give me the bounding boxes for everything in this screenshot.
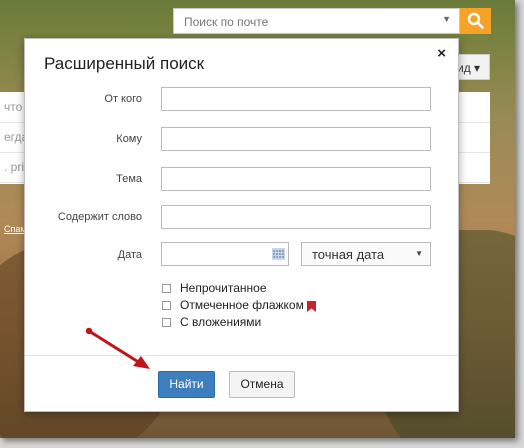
flag-icon (307, 301, 316, 312)
contains-word-input[interactable] (161, 205, 431, 229)
date-mode-value: точная дата (312, 247, 385, 262)
unread-label[interactable]: Непрочитанное (180, 281, 267, 295)
cancel-button[interactable]: Отмена (229, 371, 295, 398)
date-input[interactable] (161, 242, 289, 266)
contains-word-label: Содержит слово (57, 211, 142, 223)
flagged-checkbox[interactable] (162, 301, 171, 310)
chevron-down-icon: ▼ (415, 249, 423, 258)
background-window: Поиск по почте ▼ ид ▾ что егда . prin Сп… (0, 0, 515, 438)
dialog-title: Расширенный поиск (44, 54, 205, 73)
unread-checkbox[interactable] (162, 284, 171, 293)
attachments-checkbox[interactable] (162, 318, 171, 327)
subject-input[interactable] (161, 167, 431, 191)
attachments-label[interactable]: С вложениями (180, 315, 261, 329)
close-icon[interactable]: × (437, 45, 446, 62)
find-button[interactable]: Найти (158, 371, 215, 398)
date-label: Дата (117, 249, 142, 261)
search-placeholder: Поиск по почте (184, 15, 269, 29)
from-input[interactable] (161, 87, 431, 111)
to-input[interactable] (161, 127, 431, 151)
to-label: Кому (116, 133, 142, 145)
annotation-arrow-icon (85, 327, 150, 369)
search-button[interactable] (460, 8, 491, 34)
date-mode-select[interactable]: точная дата ▼ (301, 242, 431, 266)
from-label: От кого (104, 93, 142, 105)
calendar-icon[interactable] (272, 248, 285, 260)
view-button-label: ид (457, 61, 471, 75)
subject-label: Тема (116, 173, 142, 185)
flagged-label[interactable]: Отмеченное флажком (180, 298, 304, 312)
search-input[interactable]: Поиск по почте ▼ (173, 8, 460, 34)
list-item-text: что (4, 100, 23, 114)
search-icon (467, 12, 484, 29)
chevron-down-icon[interactable]: ▼ (442, 14, 451, 24)
